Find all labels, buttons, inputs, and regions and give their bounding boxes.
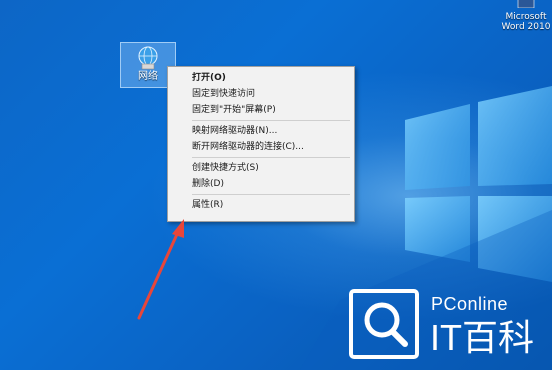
menu-separator xyxy=(192,120,350,121)
menu-item-disconnect-network-drive[interactable]: 断开网络驱动器的连接(C)... xyxy=(168,139,354,155)
desktop: 网络 Microsoft Word 2010 打开(O) 固定到快速访问 固定到… xyxy=(0,0,552,370)
word-document-icon xyxy=(517,0,535,8)
watermark-pconline: PConline IT百科 xyxy=(338,280,552,370)
menu-separator xyxy=(192,194,350,195)
word-shortcut-line2: Word 2010 xyxy=(501,22,551,32)
menu-item-pin-quick-access[interactable]: 固定到快速访问 xyxy=(168,86,354,102)
word-shortcut-icon[interactable]: Microsoft Word 2010 xyxy=(500,0,552,36)
search-magnifier-logo xyxy=(349,289,419,359)
word-shortcut-line1: Microsoft xyxy=(505,12,547,22)
menu-item-map-network-drive[interactable]: 映射网络驱动器(N)... xyxy=(168,123,354,139)
network-icon xyxy=(138,46,158,70)
menu-item-properties[interactable]: 属性(R) xyxy=(168,197,354,213)
context-menu: 打开(O) 固定到快速访问 固定到"开始"屏幕(P) 映射网络驱动器(N)...… xyxy=(167,66,355,222)
menu-item-delete[interactable]: 删除(D) xyxy=(168,176,354,192)
watermark-name: IT百科 xyxy=(430,317,534,358)
menu-separator xyxy=(192,157,350,158)
menu-item-open[interactable]: 打开(O) xyxy=(168,70,354,86)
menu-item-pin-start[interactable]: 固定到"开始"屏幕(P) xyxy=(168,102,354,118)
menu-item-create-shortcut[interactable]: 创建快捷方式(S) xyxy=(168,160,354,176)
watermark-brand: PConline xyxy=(431,294,509,314)
